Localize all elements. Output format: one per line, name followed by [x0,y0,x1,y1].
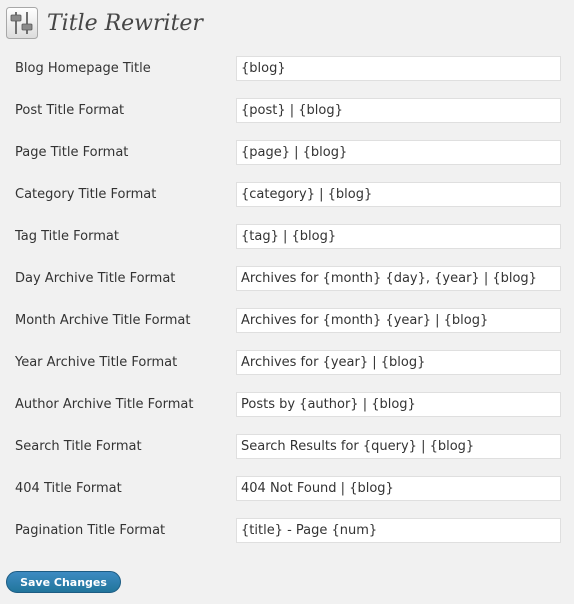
field-label: Month Archive Title Format [15,313,191,328]
form-row-year-archive-title-format: Year Archive Title Format [0,350,574,376]
form-row-search-title-format: Search Title Format [0,434,574,460]
field-label: Page Title Format [15,145,129,160]
field-label: Day Archive Title Format [15,271,176,286]
month-archive-title-format-input[interactable] [236,308,561,333]
save-changes-button[interactable]: Save Changes [6,571,121,593]
form-row-day-archive-title-format: Day Archive Title Format [0,266,574,292]
form-row-page-title-format: Page Title Format [0,140,574,166]
category-title-format-input[interactable] [236,182,561,207]
field-label: Pagination Title Format [15,523,166,538]
form-row-blog-homepage-title: Blog Homepage Title [0,56,574,82]
tag-title-format-input[interactable] [236,224,561,249]
field-label: Blog Homepage Title [15,61,151,76]
field-label: Author Archive Title Format [15,397,194,412]
form-row-category-title-format: Category Title Format [0,182,574,208]
form-row-post-title-format: Post Title Format [0,98,574,124]
form-row-404-title-format: 404 Title Format [0,476,574,502]
pagination-title-format-input[interactable] [236,518,561,543]
field-label: Post Title Format [15,103,125,118]
form-row-author-archive-title-format: Author Archive Title Format [0,392,574,418]
form-row-pagination-title-format: Pagination Title Format [0,518,574,544]
year-archive-title-format-input[interactable] [236,350,561,375]
page-title-format-input[interactable] [236,140,561,165]
page-header: Title Rewriter [6,6,203,40]
post-title-format-input[interactable] [236,98,561,123]
field-label: Search Title Format [15,439,142,454]
page-title: Title Rewriter [47,10,203,36]
search-title-format-input[interactable] [236,434,561,459]
field-label: 404 Title Format [15,481,122,496]
field-label: Category Title Format [15,187,157,202]
author-archive-title-format-input[interactable] [236,392,561,417]
404-title-format-input[interactable] [236,476,561,501]
form-row-month-archive-title-format: Month Archive Title Format [0,308,574,334]
blog-homepage-title-input[interactable] [236,56,561,81]
field-label: Tag Title Format [15,229,119,244]
day-archive-title-format-input[interactable] [236,266,561,291]
field-label: Year Archive Title Format [15,355,178,370]
settings-sliders-icon [6,7,38,39]
form-row-tag-title-format: Tag Title Format [0,224,574,250]
